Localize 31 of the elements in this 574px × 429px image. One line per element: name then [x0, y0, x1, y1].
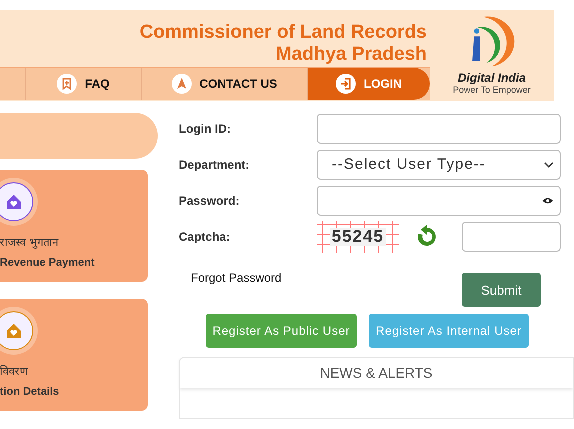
field-label: Department:	[178, 158, 251, 172]
refresh-icon[interactable]	[415, 224, 439, 248]
captcha-image: 55245	[317, 220, 399, 252]
service-hindi-label: विवरण	[0, 364, 30, 378]
captcha-field[interactable]	[462, 222, 561, 252]
service-label: Revenue Payment	[0, 257, 96, 269]
password-field[interactable]	[317, 186, 561, 216]
field-label: Login ID:	[178, 122, 232, 136]
chevron-down-icon	[544, 162, 554, 168]
nav-tab[interactable]: FAQ	[26, 68, 142, 100]
submit-button[interactable]: Submit	[462, 273, 541, 307]
navigation-icon	[172, 74, 192, 94]
service-card[interactable]: राजस्व भुगतान Revenue Payment	[0, 170, 148, 282]
site-title: Commissioner of Land Records	[140, 22, 427, 44]
forgot-password-link[interactable]: Forgot Password	[191, 271, 282, 285]
field-label: Captcha:	[178, 230, 232, 244]
login-icon	[336, 74, 356, 94]
service-hindi-label: राजस्व भुगतान	[0, 235, 60, 249]
service-card[interactable]: विवरण tion Details	[0, 299, 148, 411]
bookmark-icon	[57, 74, 78, 94]
news-title: NEWS & ALERTS	[320, 365, 433, 381]
service-label: tion Details	[0, 386, 60, 398]
field-label: Password:	[178, 194, 241, 208]
nav-tab[interactable]: LOGIN	[308, 68, 430, 100]
logo-title: Digital India	[458, 72, 526, 85]
eye-icon[interactable]	[542, 196, 554, 204]
logo-tagline: Power To Empower	[453, 85, 531, 95]
department-select[interactable]: --Select User Type--	[317, 150, 561, 180]
site-subtitle: Madhya Pradesh	[276, 44, 427, 66]
nav-tab[interactable]: CONTACT US	[142, 68, 308, 100]
login-id-field[interactable]	[317, 114, 561, 144]
